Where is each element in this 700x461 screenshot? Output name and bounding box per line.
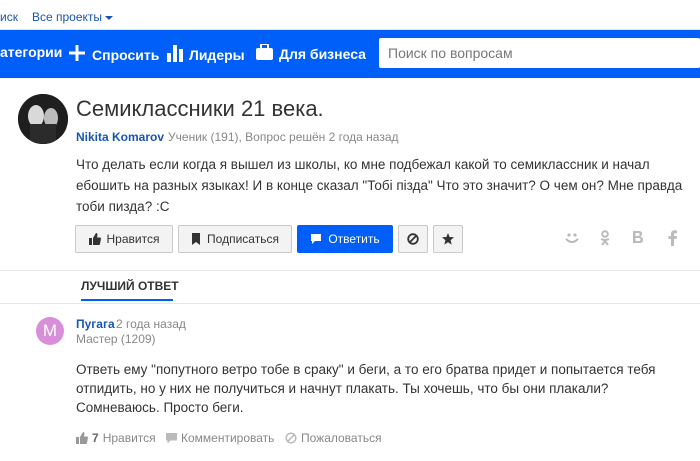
answer-like-button[interactable]: 7 Нравится (76, 431, 156, 445)
nav-categories[interactable]: атегории (0, 44, 62, 60)
plus-icon (68, 44, 86, 65)
answer-author[interactable]: Пугага (76, 317, 115, 331)
like-button[interactable]: Нравится (75, 225, 173, 253)
subscribe-button[interactable]: Подписаться (178, 225, 292, 253)
answer-report-button[interactable]: Пожаловаться (285, 431, 382, 445)
top-bar: иск Все проекты (0, 0, 700, 30)
tab-best-answer[interactable]: ЛУЧШИЙ ОТВЕТ (81, 279, 179, 293)
comment-icon (166, 432, 177, 443)
avatar[interactable] (18, 94, 68, 144)
nav-leaders[interactable]: Лидеры (167, 44, 245, 65)
moimir-icon[interactable] (564, 230, 580, 250)
block-button[interactable] (398, 225, 428, 253)
facebook-icon[interactable] (668, 230, 677, 250)
all-projects-menu[interactable]: Все проекты (32, 10, 114, 24)
block-icon (285, 432, 297, 444)
search-link[interactable]: иск (0, 10, 18, 24)
nav-ask[interactable]: Спросить (68, 44, 159, 65)
answer-date: 2 года назад (116, 317, 186, 331)
odnoklassniki-icon[interactable] (598, 230, 612, 250)
speech-bubble-icon (311, 234, 322, 244)
main-nav: атегории Спросить Лидеры Для бизнеса (0, 30, 700, 78)
answer-text: Ответь ему "попутного ветро тобе в сраку… (76, 362, 656, 415)
question-author[interactable]: Nikita Komarov (76, 130, 164, 144)
bar-chart-icon (167, 44, 183, 65)
answer-report-label: Пожаловаться (301, 431, 382, 445)
answer-button[interactable]: Ответить (297, 225, 393, 253)
answer-comment-label: Комментировать (181, 431, 275, 445)
favorite-button[interactable] (433, 225, 463, 253)
question-text: Что делать если когда я вышел из школы, … (76, 157, 683, 214)
answer-button-label: Ответить (328, 232, 380, 246)
search-input[interactable] (379, 38, 700, 68)
question-title: Семиклассники 21 века. (76, 96, 324, 121)
answer-like-label: Нравится (102, 431, 156, 445)
question-meta-text: Ученик (191), Вопрос решён 2 года назад (168, 130, 399, 144)
vk-icon[interactable] (632, 230, 644, 248)
subscribe-button-label: Подписаться (207, 232, 279, 246)
bookmark-icon (192, 233, 201, 245)
nav-categories-label: атегории (0, 44, 63, 60)
briefcase-icon (256, 43, 273, 63)
answer-comment-button[interactable]: Комментировать (166, 431, 274, 445)
nav-leaders-label: Лидеры (189, 46, 245, 63)
nav-ask-label: Спросить (92, 46, 160, 63)
tab-active-indicator (81, 299, 173, 301)
thumbs-up-icon (76, 432, 88, 444)
thumbs-up-icon (88, 233, 101, 245)
block-icon (407, 233, 419, 245)
chevron-down-icon (105, 15, 114, 20)
question-meta: Nikita Komarov Ученик (191), Вопрос решён… (76, 130, 399, 144)
answer-avatar[interactable]: М (36, 317, 64, 345)
star-icon (442, 233, 454, 245)
answer-like-count: 7 (92, 431, 99, 445)
like-button-label: Нравится (106, 232, 160, 246)
tab-divider (0, 303, 700, 304)
answer-rank: Мастер (1209) (76, 332, 156, 346)
nav-business-label: Для бизнеса (279, 45, 366, 62)
section-divider (0, 270, 700, 271)
nav-business[interactable]: Для бизнеса (256, 43, 366, 63)
all-projects-label: Все проекты (32, 10, 103, 24)
